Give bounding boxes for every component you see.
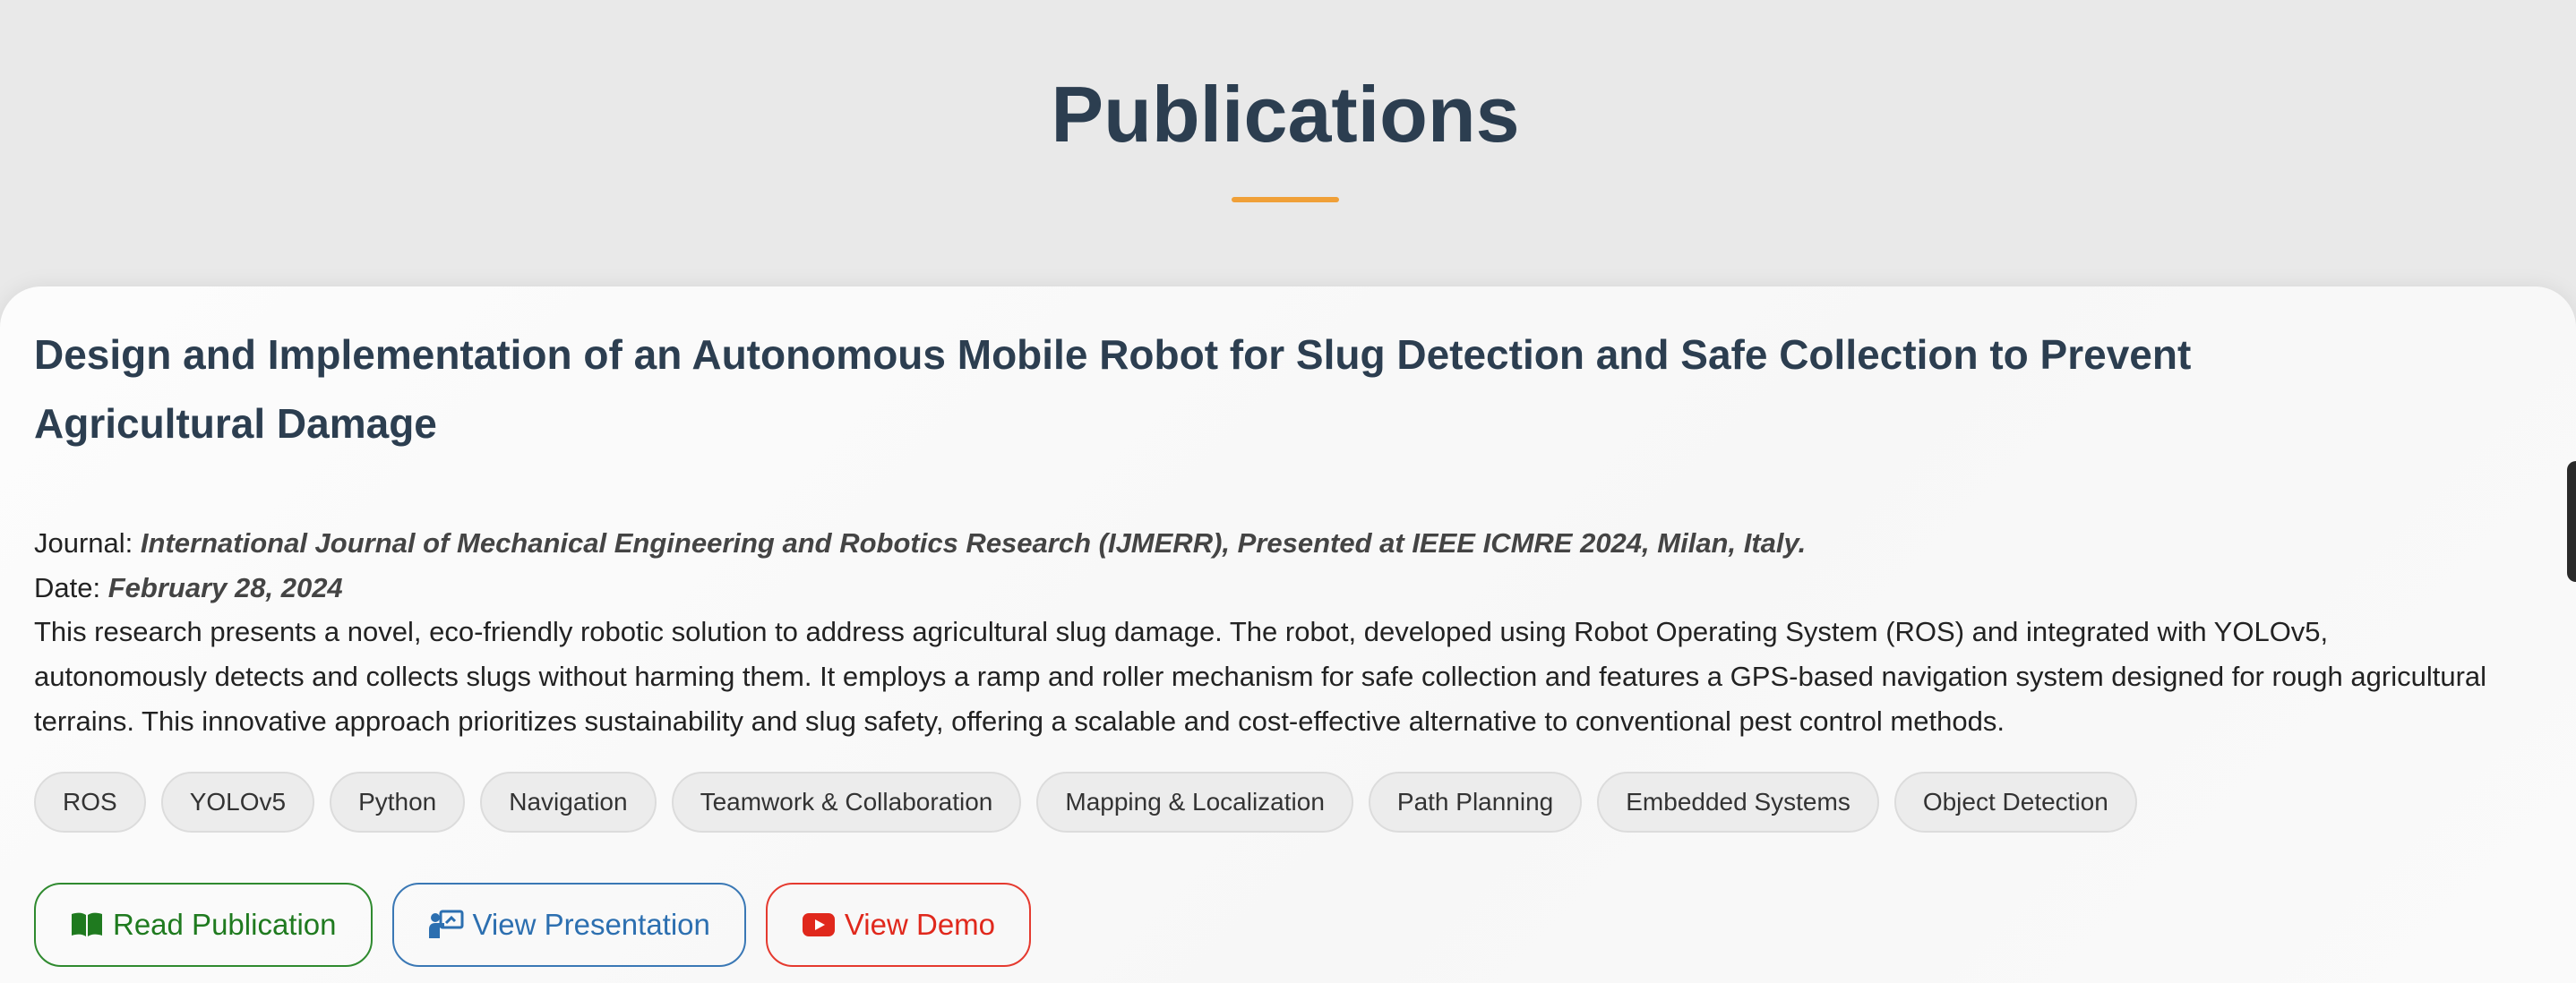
publications-page: Publications Design and Implementation o… [0,0,2576,983]
tag-teamwork: Teamwork & Collaboration [671,772,1022,833]
tag-path-planning: Path Planning [1368,772,1583,833]
read-publication-button[interactable]: Read Publication [34,883,373,967]
date-value: February 28, 2024 [107,572,343,603]
read-publication-label: Read Publication [113,908,337,941]
action-buttons: Read Publication View Presentation View … [34,883,1032,967]
tag-mapping: Mapping & Localization [1036,772,1353,833]
date-line: Date: February 28, 2024 [34,570,343,606]
youtube-icon [802,912,836,937]
title-underline [1232,197,1339,202]
date-label: Date: [34,572,101,603]
tag-python: Python [330,772,466,833]
tag-object-detection: Object Detection [1893,772,2137,833]
tag-navigation: Navigation [480,772,657,833]
tag-list: ROS YOLOv5 Python Navigation Teamwork & … [34,772,2137,833]
publication-description: This research presents a novel, eco-frie… [34,616,2487,737]
publication-title: Design and Implementation of an Autonomo… [34,331,2192,447]
view-demo-button[interactable]: View Demo [765,883,1032,967]
view-presentation-button[interactable]: View Presentation [391,883,746,967]
journal-line: Journal: International Journal of Mechan… [34,526,1806,561]
side-tab-handle[interactable] [2567,461,2576,582]
journal-value: International Journal of Mechanical Engi… [140,527,1807,559]
tag-embedded-systems: Embedded Systems [1597,772,1879,833]
presentation-icon [428,910,464,940]
journal-label: Journal: [34,527,133,559]
tag-ros: ROS [34,772,146,833]
book-open-icon [70,910,104,939]
view-presentation-label: View Presentation [472,908,710,941]
view-demo-label: View Demo [844,908,996,941]
section-title: Publications [1051,70,1520,158]
tag-yolov5: YOLOv5 [160,772,315,833]
